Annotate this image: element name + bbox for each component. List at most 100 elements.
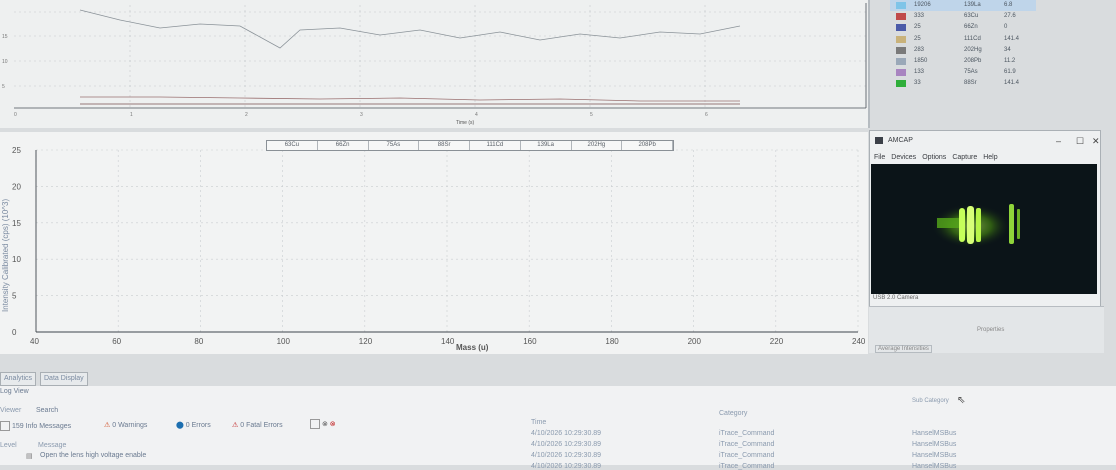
legend-table-row[interactable]: 283 202Hg 34: [890, 45, 1036, 56]
log-subcategory: HanselMSBus: [912, 463, 957, 470]
legend-item: 75As: [369, 141, 420, 150]
x-tick-label: 40: [30, 337, 39, 346]
log-time: 4/10/2026 10:29:30.89: [531, 441, 602, 448]
properties-panel: Properties Average Intensities: [869, 306, 1104, 353]
legend-table-cell: 6.8: [1004, 2, 1013, 8]
log-subcategory: HanselMSBus: [912, 452, 957, 459]
time-chart: 15 10 5 0 1 2 3 4 5 6 Time (s): [0, 0, 870, 128]
warnings-label: 0 Warnings: [112, 422, 148, 429]
column-subcategory[interactable]: Sub Category: [912, 398, 949, 404]
x-tick-label: 200: [688, 337, 702, 346]
legend-item: 202Hg: [572, 141, 623, 150]
top-x-tick: 3: [360, 112, 363, 118]
column-time[interactable]: Time: [531, 419, 546, 426]
errors-filter[interactable]: ⬤ 0 Errors: [176, 421, 211, 429]
y-tick-label: 20: [12, 182, 21, 191]
top-x-tick: 4: [475, 112, 478, 118]
close-button[interactable]: ✕: [1092, 131, 1100, 151]
top-x-tick: 2: [245, 112, 248, 118]
time-chart-svg: 15 10 5 0 1 2 3 4 5 6 Time (s): [2, 3, 867, 126]
legend-table-row[interactable]: 25 111Cd 141.4: [890, 34, 1036, 45]
fatal-error-icon: ⚠: [232, 422, 239, 429]
maximize-button[interactable]: ☐: [1076, 131, 1084, 151]
info-messages-filter[interactable]: 159 Info Messages: [0, 421, 71, 431]
legend-table-row[interactable]: 133 75As 61.9: [890, 67, 1036, 78]
x-tick-label: 160: [523, 337, 537, 346]
isotope-legend-table[interactable]: 19206 139La 6.8 333 63Cu 27.6 25 66Zn 0 25 111Cd 14…: [890, 0, 1036, 90]
properties-label[interactable]: Properties: [977, 327, 1004, 333]
log-time: 4/10/2026 10:29:30.89: [531, 452, 602, 459]
legend-table-cell: 141.4: [1004, 35, 1020, 42]
legend-table-cell: 141.4: [1004, 80, 1020, 87]
legend-table-row[interactable]: 33 88Sr 141.4: [890, 78, 1036, 89]
legend-table-row[interactable]: 25 66Zn 0: [890, 22, 1036, 33]
stop-icon[interactable]: ⊗: [330, 421, 336, 428]
legend-item: 208Pb: [622, 141, 673, 150]
camera-app-icon: [875, 137, 883, 144]
menu-capture[interactable]: Capture: [952, 151, 977, 164]
color-swatch: [896, 57, 906, 65]
x-tick-label: 80: [194, 337, 203, 346]
info-messages-label: 159 Info Messages: [11, 422, 72, 430]
warnings-filter[interactable]: ⚠ 0 Warnings: [104, 421, 147, 429]
amcap-titlebar[interactable]: AMCAP – ☐ ✕: [870, 131, 1100, 151]
amcap-status: USB 2.0 Camera: [873, 295, 919, 301]
legend-table-cell: 139La: [964, 2, 981, 8]
tab-data-display[interactable]: Data Display: [40, 372, 88, 386]
legend-table-row[interactable]: 1850 208Pb 11.2: [890, 56, 1036, 67]
color-swatch: [896, 35, 906, 43]
legend-table-row[interactable]: 333 63Cu 27.6: [890, 11, 1036, 22]
menu-devices[interactable]: Devices: [891, 151, 916, 164]
legend-table-cell: 34: [1004, 46, 1011, 53]
menu-file[interactable]: File: [874, 151, 885, 164]
tab-analytics[interactable]: Analytics: [0, 372, 37, 386]
error-info-icon: ⬤: [176, 422, 184, 429]
y-tick-label: 25: [12, 146, 21, 155]
legend-table-cell: 202Hg: [964, 46, 982, 53]
legend-table-cell: 19206: [914, 2, 931, 8]
x-tick-label: 100: [277, 337, 291, 346]
menu-options[interactable]: Options: [922, 151, 946, 164]
column-category[interactable]: Category: [719, 410, 747, 417]
column-message[interactable]: Message: [38, 442, 66, 449]
legend-table-cell: 283: [914, 46, 925, 53]
log-subcategory: HanselMSBus: [912, 430, 957, 437]
color-swatch: [896, 69, 906, 77]
fatal-errors-filter[interactable]: ⚠ 0 Fatal Errors: [232, 421, 283, 429]
color-swatch: [896, 2, 906, 9]
amcap-window[interactable]: AMCAP – ☐ ✕ File Devices Options Capture…: [869, 130, 1101, 307]
copy-icon[interactable]: [310, 419, 320, 429]
average-intensities-tab[interactable]: Average Intensities: [875, 345, 932, 353]
x-tick-label: 60: [112, 337, 121, 346]
mouse-cursor-icon: ⇖: [957, 395, 966, 406]
legend-item: 88Sr: [419, 141, 470, 150]
log-toolbar-buttons: ⊗ ⊗: [310, 419, 336, 429]
legend-table-cell: 133: [914, 69, 925, 76]
y-tick-label: 15: [12, 219, 21, 228]
log-subcategory: HanselMSBus: [912, 441, 957, 448]
legend-table-row[interactable]: 19206 139La 6.8: [890, 0, 1036, 12]
info-list-icon: [0, 421, 10, 431]
log-category: iTrace_Command: [719, 441, 775, 448]
camera-preview: [871, 164, 1097, 294]
legend-table-cell: 25: [914, 35, 921, 42]
mass-spectrum-chart: 0 5 10 15 20 25 40 60 80 100 120 140 160 180 200 220 240…: [0, 132, 868, 354]
legend-item: 63Cu: [267, 141, 318, 150]
legend-table-cell: 11.2: [1004, 57, 1016, 64]
search-tab[interactable]: Search: [36, 407, 58, 414]
legend-item: 139La: [521, 141, 572, 150]
menu-help[interactable]: Help: [983, 151, 997, 164]
clear-icon[interactable]: ⊗: [322, 421, 328, 428]
errors-label: 0 Errors: [185, 422, 211, 429]
minimize-button[interactable]: –: [1056, 131, 1061, 151]
y-tick-label: 5: [12, 292, 17, 301]
viewer-tab[interactable]: Viewer: [0, 407, 21, 414]
top-y-tick: 15: [2, 34, 8, 40]
log-category: iTrace_Command: [719, 452, 775, 459]
log-time: 4/10/2026 10:29:30.89: [531, 430, 602, 437]
top-x-tick: 1: [130, 112, 133, 118]
y-tick-label: 10: [12, 255, 21, 264]
legend-table-cell: 61.9: [1004, 69, 1016, 76]
column-level[interactable]: Level: [0, 442, 17, 449]
log-message[interactable]: Open the lens high voltage enable: [40, 452, 146, 459]
